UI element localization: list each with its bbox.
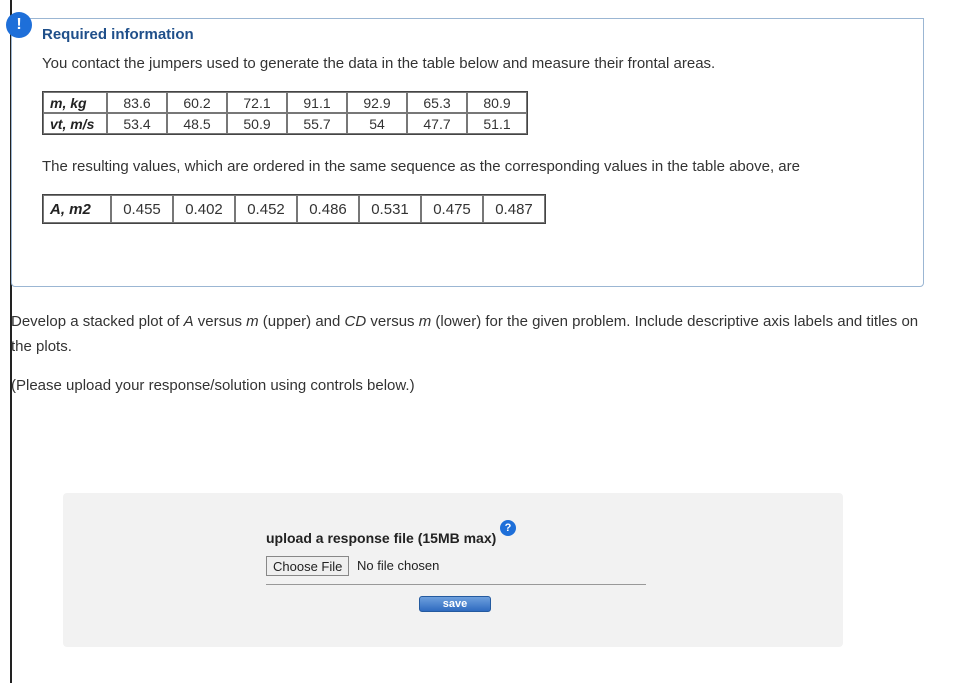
table-cell: 0.455 xyxy=(111,195,173,223)
table-cell: 92.9 xyxy=(347,92,407,113)
table-cell: 0.486 xyxy=(297,195,359,223)
question-var: CD xyxy=(344,313,367,330)
table-cell: 0.452 xyxy=(235,195,297,223)
result-text: The resulting values, which are ordered … xyxy=(42,158,800,175)
area-header: A, m2 xyxy=(43,195,111,223)
table-cell: 80.9 xyxy=(467,92,527,113)
table-cell: 0.402 xyxy=(173,195,235,223)
table-cell: 55.7 xyxy=(287,113,347,134)
table-cell: 0.531 xyxy=(359,195,421,223)
mass-header: m, kg xyxy=(43,92,107,113)
table-cell: 83.6 xyxy=(107,92,167,113)
required-info-title: Required information xyxy=(42,26,194,43)
question-part: versus xyxy=(366,313,419,330)
velocity-header: vt, m/s xyxy=(43,113,107,134)
table-cell: 91.1 xyxy=(287,92,347,113)
intro-text: You contact the jumpers used to generate… xyxy=(42,55,716,72)
question-var: m xyxy=(246,313,259,330)
help-icon[interactable]: ? xyxy=(500,520,516,536)
table-cell: 72.1 xyxy=(227,92,287,113)
upload-instruction: (Please upload your response/solution us… xyxy=(11,377,415,394)
table-row: A, m2 0.455 0.402 0.452 0.486 0.531 0.47… xyxy=(43,195,545,223)
question-part: (upper) and xyxy=(258,313,345,330)
table-cell: 47.7 xyxy=(407,113,467,134)
mass-velocity-table: m, kg 83.6 60.2 72.1 91.1 92.9 65.3 80.9… xyxy=(42,91,528,135)
question-var: m xyxy=(418,313,432,330)
table-cell: 50.9 xyxy=(227,113,287,134)
divider xyxy=(266,584,646,585)
no-file-chosen-text: No file chosen xyxy=(357,558,440,573)
question-text: Develop a stacked plot of A versus m (up… xyxy=(11,309,921,359)
question-var: A xyxy=(183,313,194,330)
table-cell: 54 xyxy=(347,113,407,134)
question-part: versus xyxy=(193,313,247,330)
upload-panel xyxy=(63,493,843,647)
upload-label: upload a response file (15MB max) xyxy=(266,530,497,546)
alert-icon: ! xyxy=(6,12,32,38)
choose-file-button[interactable]: Choose File xyxy=(266,556,350,576)
frontal-area-table: A, m2 0.455 0.402 0.452 0.486 0.531 0.47… xyxy=(42,194,546,224)
save-button[interactable]: save xyxy=(419,596,491,612)
table-cell: 60.2 xyxy=(167,92,227,113)
table-cell: 65.3 xyxy=(407,92,467,113)
question-part: Develop a stacked plot of xyxy=(11,313,184,330)
table-cell: 51.1 xyxy=(467,113,527,134)
table-row: m, kg 83.6 60.2 72.1 91.1 92.9 65.3 80.9 xyxy=(43,92,527,113)
table-cell: 48.5 xyxy=(167,113,227,134)
table-row: vt, m/s 53.4 48.5 50.9 55.7 54 47.7 51.1 xyxy=(43,113,527,134)
table-cell: 0.475 xyxy=(421,195,483,223)
table-cell: 53.4 xyxy=(107,113,167,134)
table-cell: 0.487 xyxy=(483,195,545,223)
